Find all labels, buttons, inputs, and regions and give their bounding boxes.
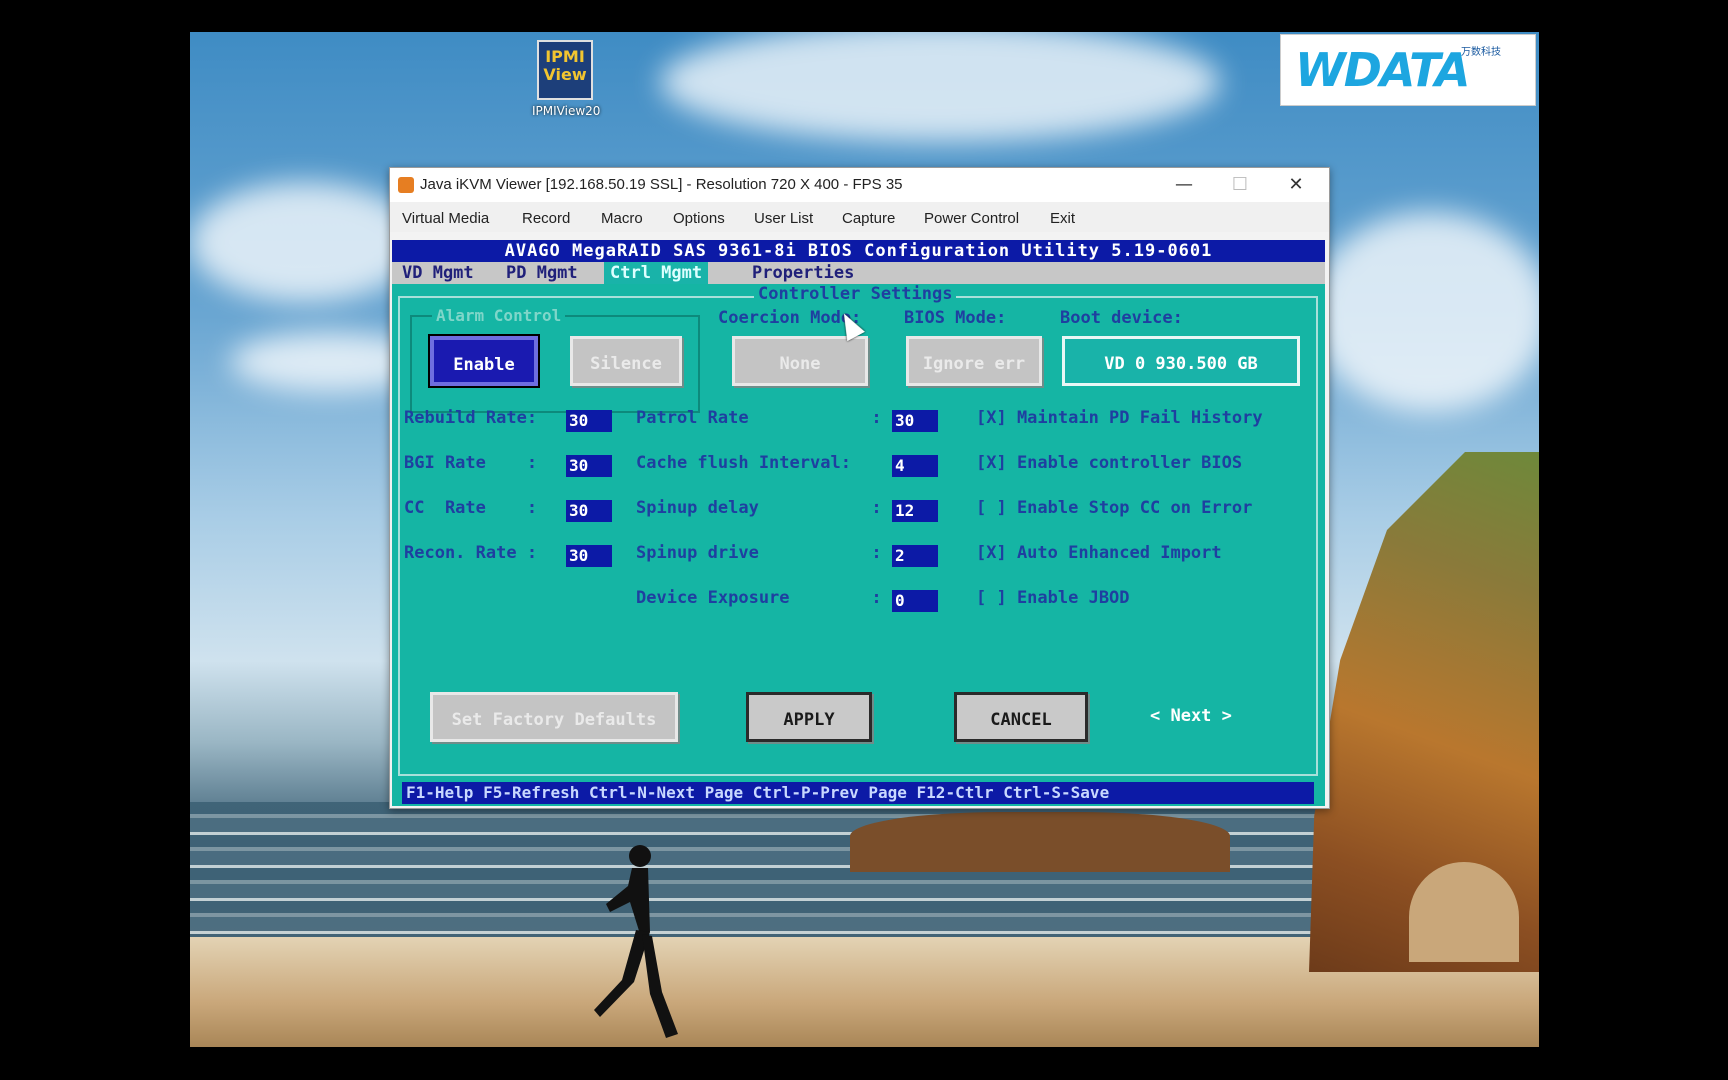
alarm-enable-button[interactable]: Enable	[428, 334, 540, 388]
recon-rate-input[interactable]: 30	[566, 545, 612, 567]
coercion-mode-button[interactable]: None	[732, 336, 868, 386]
cloud	[190, 182, 420, 302]
rock-formation	[850, 812, 1230, 872]
checkbox-enable-stop-cc-on-error[interactable]: [ ] Enable Stop CC on Error	[976, 498, 1252, 518]
set-factory-defaults-button[interactable]: Set Factory Defaults	[430, 692, 678, 742]
rebuild-rate-input[interactable]: 30	[566, 410, 612, 432]
maximize-button[interactable]: ☐	[1212, 168, 1268, 202]
spinup-delay-label: Spinup delay :	[636, 498, 882, 518]
recon-rate-label: Recon. Rate :	[404, 543, 538, 563]
menu-exit[interactable]: Exit	[1050, 210, 1075, 227]
tab-ctrl-mgmt[interactable]: Ctrl Mgmt	[604, 262, 709, 284]
menu-power-control[interactable]: Power Control	[924, 210, 1019, 227]
tab-properties[interactable]: Properties	[746, 262, 860, 284]
menu-capture[interactable]: Capture	[842, 210, 895, 227]
device-exposure-input[interactable]: 0	[892, 590, 938, 612]
bios-tabs: VD Mgmt PD Mgmt Ctrl Mgmt Properties	[392, 262, 1325, 284]
desktop-icon-label: IPMIView20	[532, 104, 601, 118]
runner-silhouette	[594, 845, 678, 1038]
cache-flush-label: Cache flush Interval:	[636, 453, 851, 473]
patrol-rate-input[interactable]: 30	[892, 410, 938, 432]
close-button[interactable]: ✕	[1268, 168, 1324, 202]
menu-record[interactable]: Record	[522, 210, 570, 227]
wdata-logo: WDATA 万数科技	[1280, 34, 1536, 106]
minimize-button[interactable]: —	[1156, 168, 1212, 202]
window-title: Java iKVM Viewer [192.168.50.19 SSL] - R…	[420, 176, 903, 193]
kvm-viewer-window: Java iKVM Viewer [192.168.50.19 SSL] - R…	[389, 167, 1330, 809]
window-titlebar[interactable]: Java iKVM Viewer [192.168.50.19 SSL] - R…	[390, 168, 1329, 202]
tab-pd-mgmt[interactable]: PD Mgmt	[500, 262, 584, 284]
ipmiview-icon: IPMI View	[537, 40, 593, 100]
desktop-icon-ipmiview[interactable]: IPMI View IPMIView20	[532, 40, 601, 118]
alarm-silence-button[interactable]: Silence	[570, 336, 682, 386]
bios-mode-label: BIOS Mode:	[904, 308, 1007, 328]
menu-options[interactable]: Options	[673, 210, 725, 227]
checkbox-enable-jbod[interactable]: [ ] Enable JBOD	[976, 588, 1130, 608]
cloud	[1310, 212, 1539, 412]
bgi-rate-label: BGI Rate :	[404, 453, 538, 473]
cloud	[660, 32, 1220, 142]
bios-header: AVAGO MegaRAID SAS 9361-8i BIOS Configur…	[392, 240, 1325, 262]
rebuild-rate-label: Rebuild Rate:	[404, 408, 538, 428]
boot-device-button[interactable]: VD 0 930.500 GB	[1062, 336, 1300, 386]
logo-subtext: 万数科技	[1461, 47, 1501, 58]
bios-status-bar: F1-Help F5-Refresh Ctrl-N-Next Page Ctrl…	[402, 782, 1314, 804]
alarm-control-title: Alarm Control	[432, 306, 566, 325]
cache-flush-input[interactable]: 4	[892, 455, 938, 477]
menu-user-list[interactable]: User List	[754, 210, 813, 227]
menu-virtual-media[interactable]: Virtual Media	[402, 210, 489, 227]
boot-device-label: Boot device:	[1060, 308, 1183, 328]
cc-rate-input[interactable]: 30	[566, 500, 612, 522]
controller-settings-title: Controller Settings	[754, 284, 957, 304]
spinup-drive-label: Spinup drive :	[636, 543, 882, 563]
bgi-rate-input[interactable]: 30	[566, 455, 612, 477]
next-page-button[interactable]: < Next >	[1150, 706, 1232, 726]
menu-bar: Virtual Media Record Macro Options User …	[390, 202, 1329, 232]
spinup-delay-input[interactable]: 12	[892, 500, 938, 522]
menu-macro[interactable]: Macro	[601, 210, 643, 227]
checkbox-maintain-pd-fail-history[interactable]: [X] Maintain PD Fail History	[976, 408, 1263, 428]
cc-rate-label: CC Rate :	[404, 498, 538, 518]
checkbox-enable-controller-bios[interactable]: [X] Enable controller BIOS	[976, 453, 1242, 473]
device-exposure-label: Device Exposure :	[636, 588, 882, 608]
tab-vd-mgmt[interactable]: VD Mgmt	[396, 262, 480, 284]
cancel-button[interactable]: CANCEL	[954, 692, 1088, 742]
rock-arch	[1409, 862, 1519, 962]
bios-mode-button[interactable]: Ignore err	[906, 336, 1042, 386]
patrol-rate-label: Patrol Rate :	[636, 408, 882, 428]
spinup-drive-input[interactable]: 2	[892, 545, 938, 567]
java-icon	[398, 177, 414, 193]
checkbox-auto-enhanced-import[interactable]: [X] Auto Enhanced Import	[976, 543, 1222, 563]
logo-mark: WDATA	[1295, 43, 1471, 97]
apply-button[interactable]: APPLY	[746, 692, 872, 742]
